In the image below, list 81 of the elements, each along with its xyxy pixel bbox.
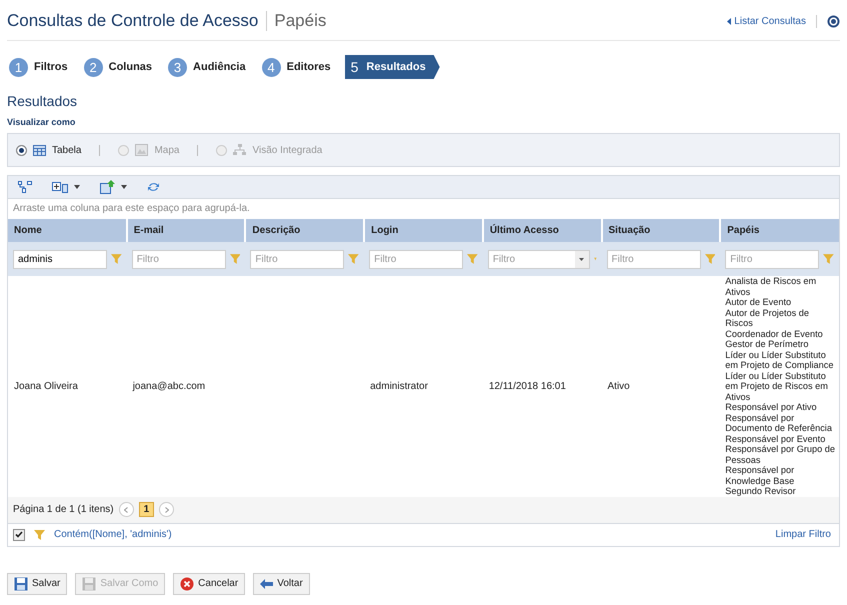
page-number[interactable]: 1 <box>138 502 154 517</box>
radio-button[interactable] <box>16 144 27 156</box>
role-item: Responsável por Knowledge Base <box>725 465 796 486</box>
previous-page-button[interactable] <box>118 502 134 517</box>
view-option-label: Mapa <box>154 144 180 156</box>
filter-field[interactable]: Filtro <box>369 250 464 268</box>
role-item: Responsável por Ativo <box>725 402 818 412</box>
role-item: Autor de Evento <box>725 297 792 308</box>
role-item: Coordenador de Evento <box>725 328 824 339</box>
chevron-left-icon <box>124 506 128 512</box>
list-queries-link[interactable]: Listar Consultas <box>727 16 806 26</box>
column-header[interactable]: E-mail <box>126 219 246 242</box>
role-item: Responsável por Evento <box>725 434 826 444</box>
filter-expression-link[interactable]: Contém([Nome], 'adminis') <box>54 529 172 540</box>
column-header[interactable]: Nome <box>8 219 127 242</box>
page-title: Consultas de Controle de Acesso <box>7 11 258 31</box>
role-item: Segundo Revisor <box>725 486 797 496</box>
filter-icon[interactable] <box>467 254 478 264</box>
role-item: Líder ou Líder Substituto em Projeto de Compliance <box>725 350 834 370</box>
filter-field[interactable]: Filtro <box>250 250 344 268</box>
filter-icon[interactable] <box>348 254 360 264</box>
wizard-step[interactable]: 1 Filtros <box>7 58 68 76</box>
role-item: Analista de Riscos em Ativos <box>725 276 818 297</box>
pager-summary: Página 1 de 1 (1 itens) <box>13 504 114 515</box>
group-drop-hint: Arraste uma coluna para este espaço para agrupá-la. <box>12 202 251 216</box>
column-header[interactable]: Descrição <box>245 219 364 242</box>
column-header[interactable]: Login <box>364 219 483 242</box>
table-cell: Ativo <box>608 380 630 392</box>
chevron-right-icon <box>164 506 169 512</box>
table-cell: joana@abc.com <box>132 380 206 392</box>
filter-icon[interactable] <box>704 254 716 264</box>
caret-icon[interactable] <box>121 185 127 189</box>
refresh-icon[interactable] <box>147 181 160 193</box>
role-item: Gestor de Perímetro <box>725 339 810 350</box>
filter-icon[interactable] <box>111 254 122 264</box>
column-header[interactable]: Situação <box>602 219 720 242</box>
filter-field[interactable]: adminis <box>13 250 107 268</box>
hierarchy-icon[interactable] <box>18 181 32 193</box>
cancel-icon <box>180 576 194 590</box>
table-icon <box>33 144 46 156</box>
next-page-button[interactable] <box>159 502 174 517</box>
section-title: Resultados <box>7 93 78 109</box>
filter-icon[interactable] <box>823 254 834 264</box>
view-option-label: Tabela <box>52 144 82 156</box>
filter-dropdown[interactable]: Filtro <box>488 250 590 268</box>
filter-field[interactable]: Filtro <box>606 250 701 268</box>
checkbox[interactable] <box>13 528 25 540</box>
dropdown-button[interactable] <box>574 250 589 268</box>
help-icon[interactable] <box>827 14 840 28</box>
filter-field[interactable]: Filtro <box>725 250 820 268</box>
caret-icon[interactable] <box>74 185 80 189</box>
column-header[interactable]: Último Acesso <box>482 219 602 242</box>
wizard-step[interactable]: 5 Resultados <box>344 55 440 79</box>
filter-field[interactable]: Filtro <box>132 250 226 268</box>
view-option-label: Visão Integrada <box>252 144 322 156</box>
table-cell: 12/11/2018 16:01 <box>488 380 566 392</box>
table-cell: administrator <box>370 380 428 392</box>
cancel-button[interactable]: Cancelar <box>173 572 246 594</box>
role-item: Autor de Projetos de Riscos <box>725 308 810 328</box>
table-cell: Joana Oliveira <box>14 380 78 392</box>
back-button[interactable]: Voltar <box>253 572 310 594</box>
filter-icon[interactable] <box>230 254 240 264</box>
role-item: Responsável por Grupo de Pessoas <box>725 444 836 465</box>
hierarchy-icon <box>233 144 246 156</box>
view-label: Visualizar como <box>7 117 76 127</box>
map-icon <box>135 144 148 156</box>
role-item: Líder ou Líder Substituto em Projeto de Riscos em Ativos <box>725 370 829 402</box>
caret-icon <box>579 258 584 260</box>
clear-filter-link[interactable]: Limpar Filtro <box>775 529 831 540</box>
role-item: Responsável por Documento de Referência <box>725 412 833 434</box>
save-button[interactable]: Salvar <box>7 572 68 594</box>
column-header[interactable]: Papéis <box>720 219 839 242</box>
caret-icon <box>727 18 732 24</box>
export-icon[interactable] <box>100 180 115 194</box>
add-column-icon[interactable] <box>52 182 68 192</box>
wizard-step[interactable]: 4 Editores <box>260 58 331 76</box>
wizard-step[interactable]: 3 Audiência <box>166 58 246 76</box>
wizard-step[interactable]: 2 Colunas <box>82 58 152 76</box>
page-subtitle: Papéis <box>266 11 326 31</box>
arrow-left-icon <box>260 578 274 588</box>
filter-icon <box>34 530 45 540</box>
